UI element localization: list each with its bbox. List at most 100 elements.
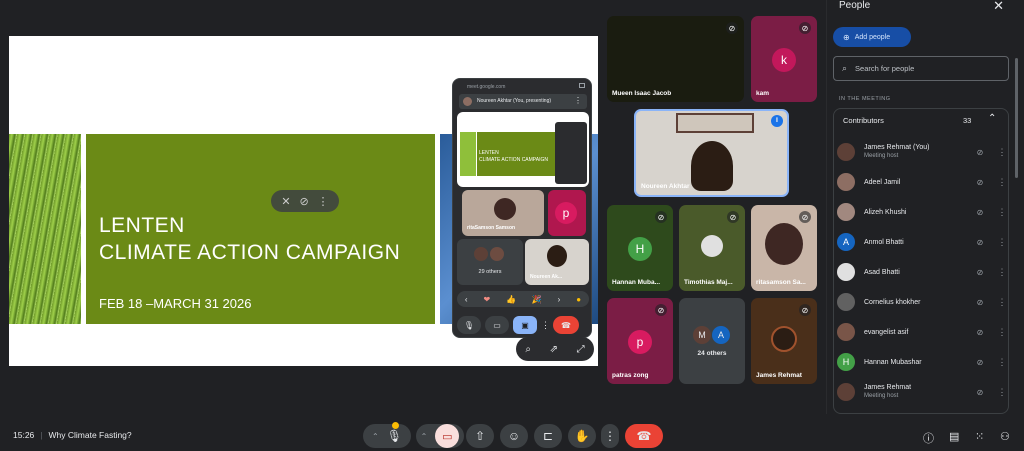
add-people-button[interactable]: ⊕ Add people [833, 27, 911, 47]
more-vert-icon[interactable]: ⋮ [318, 195, 329, 208]
video-tile-james[interactable]: ⊘ James Rehmat [751, 298, 817, 384]
video-tile-timothias[interactable]: ⊘ Timothias Maj... [679, 205, 745, 291]
chevron-up-icon[interactable]: ⌃ [372, 432, 379, 441]
emoji-button[interactable]: ☺ [500, 424, 528, 448]
pip-window-controls: ⌕ ⇗ ⤢ [516, 337, 594, 361]
mic-off-icon[interactable]: ⊘ [973, 388, 987, 397]
participant-row[interactable]: A Anmol Bhatti ⊘ ⋮ [837, 227, 1009, 257]
mic-off-icon[interactable]: ⊘ [973, 178, 987, 187]
more-vert-icon[interactable]: ⋮ [995, 207, 1009, 218]
mute-icon[interactable]: ⊘ [299, 195, 308, 208]
microphone-button[interactable]: ⌃ 🎙 [363, 422, 411, 448]
more-options-button[interactable]: ⋮ [601, 424, 619, 448]
scrollbar[interactable] [1015, 58, 1018, 178]
hand-icon: ✋ [574, 429, 590, 443]
mic-off-icon[interactable]: ⊘ [973, 268, 987, 277]
pip-mic-button[interactable]: 🎙 [457, 316, 481, 334]
pip-self-label: Noureen Ak... [530, 274, 563, 280]
pip-others-tile[interactable]: 29 others [457, 239, 523, 285]
pip-presenter-bar: Noureen Akhtar (You, presenting) ⋮ [459, 94, 587, 109]
pip-camera-button[interactable]: ▭ [485, 316, 509, 334]
pip-expand-icon[interactable] [579, 83, 585, 88]
participant-role: Meeting host [864, 153, 899, 159]
present-button[interactable]: ⇧ [466, 424, 494, 448]
chevron-up-icon[interactable]: ⌃ [421, 432, 428, 441]
emoji-icon: ☺ [507, 429, 521, 443]
panel-title: People [839, 0, 871, 11]
chat-icon[interactable]: ▤ [949, 430, 959, 443]
open-external-icon[interactable]: ⇗ [550, 344, 558, 355]
pip-reaction-bar[interactable]: ‹ ❤ 👍 🎉 › ● [457, 291, 589, 307]
party-reaction[interactable]: 🎉 [532, 295, 542, 304]
activities-icon[interactable]: ⁙ [975, 430, 984, 443]
more-vert-icon: ⋮ [604, 429, 616, 443]
slide-title-line2: CLIMATE ACTION CAMPAIGN [99, 241, 401, 264]
more-vert-icon[interactable]: ⋮ [541, 320, 550, 331]
leave-call-button[interactable]: ☎ [625, 424, 663, 448]
participant-row[interactable]: Adeel Jamil ⊘ ⋮ [837, 167, 1009, 197]
video-tile-mueen[interactable]: ⊘ Mueen Isaac Jacob [607, 16, 744, 102]
camera-button[interactable]: ⌃ ▭ [416, 424, 464, 448]
mic-off-icon: ⊘ [799, 22, 811, 34]
thumbs-up-reaction[interactable]: 👍 [506, 295, 516, 304]
mic-off-icon: ⊘ [726, 22, 738, 34]
mic-off-icon[interactable]: ⊘ [973, 328, 987, 337]
participant-row[interactable]: H Hannan Mubashar ⊘ ⋮ [837, 347, 1009, 377]
participant-row[interactable]: Asad Bhatti ⊘ ⋮ [837, 257, 1009, 287]
participant-row[interactable]: evangelist asif ⊘ ⋮ [837, 317, 1009, 347]
chevron-up-icon[interactable]: ⌃ [988, 113, 996, 124]
mic-off-icon[interactable]: ⊘ [973, 148, 987, 157]
people-icon[interactable]: ⚇ [1000, 430, 1010, 443]
search-input[interactable]: ⌕ Search for people [833, 56, 1009, 81]
participant-row[interactable]: James Rehmat Meeting host ⊘ ⋮ [837, 377, 1009, 407]
pip-tile-rita[interactable]: ritaSamson Samson [462, 190, 544, 236]
more-vert-icon[interactable]: ⋮ [995, 177, 1009, 188]
mic-off-icon[interactable]: ⊘ [973, 358, 987, 367]
more-vert-icon[interactable]: ⋮ [995, 357, 1009, 368]
raise-hand-button[interactable]: ✋ [568, 424, 596, 448]
video-tile-patras[interactable]: ⊘ p patras zong [607, 298, 673, 384]
pip-leave-button[interactable]: ☎ [553, 316, 579, 334]
heart-reaction[interactable]: ❤ [483, 295, 490, 304]
emoji-icon[interactable]: ● [576, 295, 581, 304]
close-icon[interactable]: ✕ [993, 0, 1004, 14]
participant-row[interactable]: James Rehmat (You) Meeting host ⊘ ⋮ [837, 137, 1009, 167]
video-tile-others[interactable]: M A 24 others [679, 298, 745, 384]
pip-self-tile[interactable]: Noureen Ak... [525, 239, 589, 285]
more-vert-icon[interactable]: ⋮ [995, 267, 1009, 278]
video-tile-ritasamson[interactable]: ⊘ ritasamson Sa... [751, 205, 817, 291]
pip-present-button[interactable]: ▣ [513, 316, 537, 334]
fullscreen-icon[interactable]: ⤢ [577, 344, 585, 355]
video-tile-kam[interactable]: ⊘ k kam [751, 16, 817, 102]
pip-window[interactable]: meet.google.com Noureen Akhtar (You, pre… [452, 78, 592, 338]
video-tile-noureen[interactable]: ⦀ Noureen Akhtar [634, 109, 789, 197]
zoom-icon[interactable]: ⌕ [525, 344, 531, 355]
chevron-right-icon[interactable]: › [558, 295, 561, 304]
mic-off-icon[interactable]: ⊘ [973, 238, 987, 247]
avatar [837, 383, 855, 401]
mic-off-icon[interactable]: ⊘ [973, 298, 987, 307]
participant-row[interactable]: Alizeh Khushi ⊘ ⋮ [837, 197, 1009, 227]
more-vert-icon[interactable]: ⋮ [995, 147, 1009, 158]
more-vert-icon[interactable]: ⋮ [995, 297, 1009, 308]
avatar: H [628, 237, 652, 261]
pin-off-icon[interactable]: ✕ [281, 195, 290, 208]
chevron-left-icon[interactable]: ‹ [465, 295, 468, 304]
more-vert-icon[interactable]: ⋮ [995, 237, 1009, 248]
participant-row[interactable]: Cornelius khokher ⊘ ⋮ [837, 287, 1009, 317]
video-tile-hannan[interactable]: ⊘ H Hannan Muba... [607, 205, 673, 291]
avatar: M [693, 326, 711, 344]
avatar [837, 173, 855, 191]
more-vert-icon[interactable]: ⋮ [995, 327, 1009, 338]
more-vert-icon[interactable]: ⋮ [995, 387, 1009, 398]
captions-button[interactable]: ⊏ [534, 424, 562, 448]
mic-off-icon[interactable]: ⊘ [973, 208, 987, 217]
slide-overlay-controls[interactable]: ✕ ⊘ ⋮ [271, 190, 339, 212]
info-icon[interactable]: ⓘ [923, 430, 934, 446]
avatar: A [837, 233, 855, 251]
participant-name: Asad Bhatti [864, 268, 900, 276]
contributors-label[interactable]: Contributors [843, 116, 884, 125]
mic-off-icon: ⊘ [799, 304, 811, 316]
more-vert-icon[interactable]: ⋮ [574, 96, 582, 105]
pip-tile-p[interactable]: p [548, 190, 586, 236]
